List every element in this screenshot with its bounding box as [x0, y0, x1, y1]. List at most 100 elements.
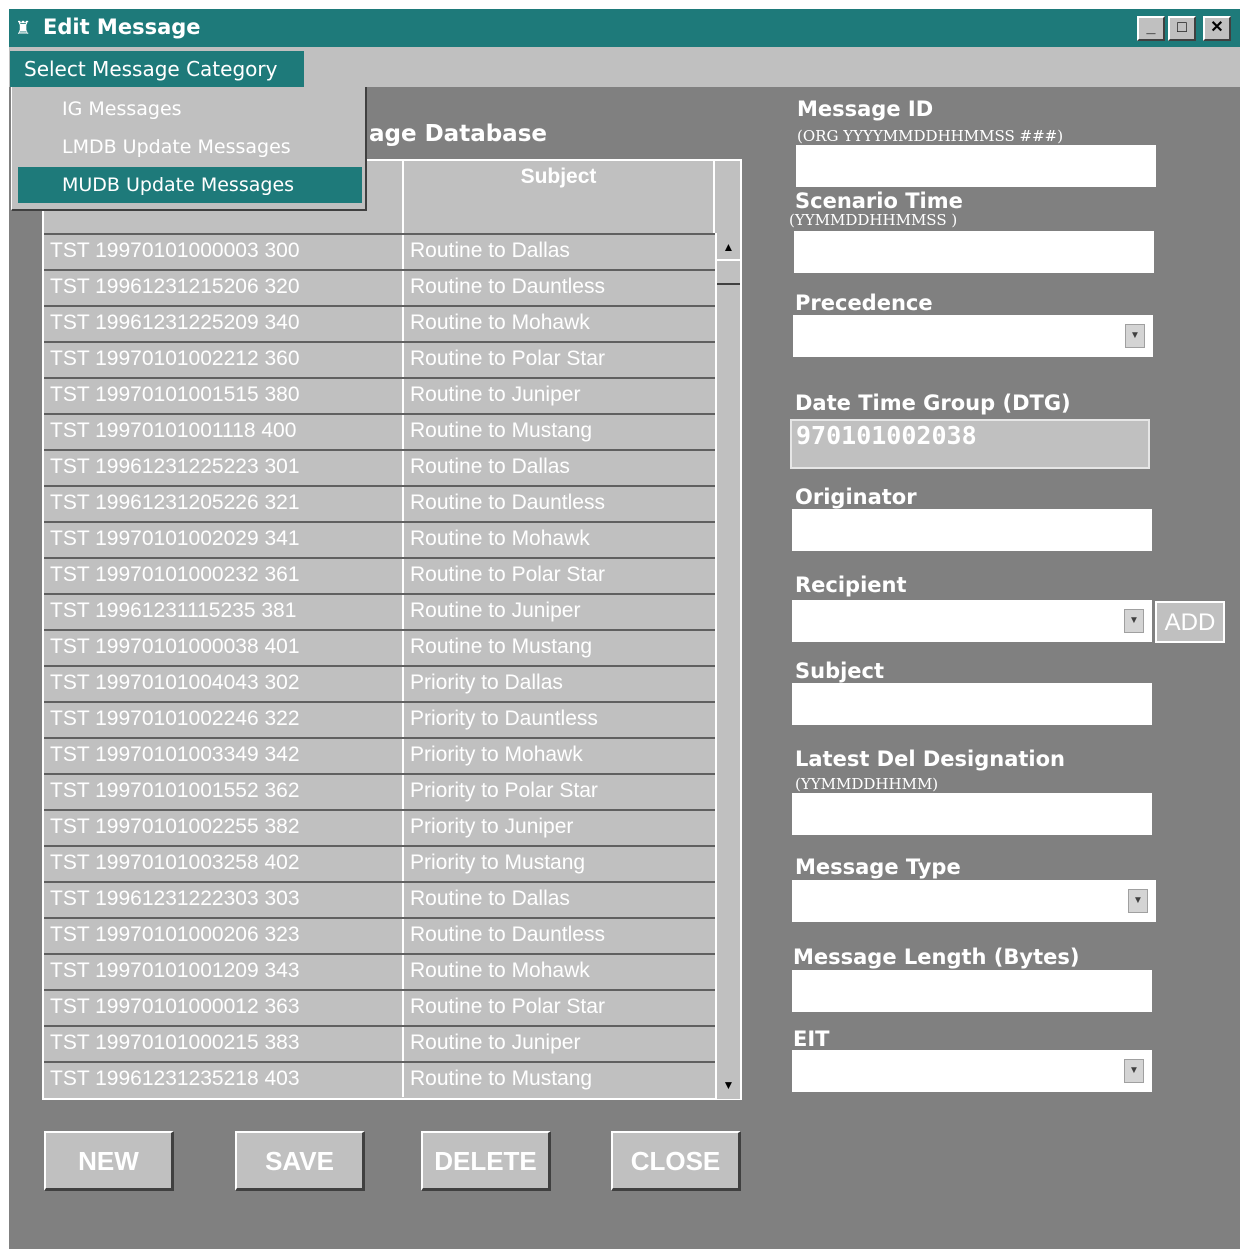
subject-cell[interactable]: Routine to Dallas	[404, 883, 715, 917]
subject-cell[interactable]: Routine to Mohawk	[404, 955, 715, 989]
table-row[interactable]: TST 19961231215206 320 Routine to Dauntle…	[44, 269, 715, 305]
chevron-down-icon[interactable]: ▼	[1124, 1059, 1144, 1083]
table-row[interactable]: TST 19970101001209 343 Routine to Mohawk	[44, 953, 715, 989]
subject-cell[interactable]: Priority to Juniper	[404, 811, 715, 845]
subject-cell[interactable]: Routine to Juniper	[404, 1027, 715, 1061]
subject-cell[interactable]: Routine to Mustang	[404, 1063, 715, 1097]
table-row[interactable]: TST 19961231115235 381 Routine to Juniper	[44, 593, 715, 629]
message-id-cell[interactable]: TST 19970101000206 323	[44, 919, 404, 953]
subject-cell[interactable]: Routine to Polar Star	[404, 343, 715, 377]
subject-cell[interactable]: Priority to Polar Star	[404, 775, 715, 809]
subject-cell[interactable]: Routine to Mohawk	[404, 307, 715, 341]
originator-field[interactable]	[792, 509, 1152, 551]
subject-field[interactable]	[792, 683, 1152, 725]
message-id-cell[interactable]: TST 19970101002246 322	[44, 703, 404, 737]
new-button[interactable]: NEW	[44, 1131, 174, 1191]
eit-select[interactable]: ▼	[792, 1050, 1152, 1092]
table-row[interactable]: TST 19970101000232 361 Routine to Polar S…	[44, 557, 715, 593]
message-id-cell[interactable]: TST 19970101001515 380	[44, 379, 404, 413]
message-id-cell[interactable]: TST 19970101000215 383	[44, 1027, 404, 1061]
subject-cell[interactable]: Priority to Dallas	[404, 667, 715, 701]
message-id-cell[interactable]: TST 19970101002029 341	[44, 523, 404, 557]
subject-cell[interactable]: Routine to Polar Star	[404, 991, 715, 1025]
table-row[interactable]: TST 19970101000003 300 Routine to Dallas	[44, 233, 715, 269]
table-row[interactable]: TST 19970101002029 341 Routine to Mohawk	[44, 521, 715, 557]
subject-cell[interactable]: Routine to Dauntless	[404, 271, 715, 305]
subject-cell[interactable]: Routine to Mohawk	[404, 523, 715, 557]
subject-cell[interactable]: Routine to Dallas	[404, 451, 715, 485]
message-id-cell[interactable]: TST 19961231205226 321	[44, 487, 404, 521]
menu-item-ig-messages[interactable]: IG Messages	[18, 91, 362, 127]
table-row[interactable]: TST 19970101004043 302 Priority to Dallas	[44, 665, 715, 701]
chevron-down-icon[interactable]: ▼	[1128, 889, 1148, 913]
menu-item-mudb-update-messages[interactable]: MUDB Update Messages	[18, 167, 362, 203]
scroll-thumb[interactable]	[717, 259, 740, 285]
subject-cell[interactable]: Routine to Mustang	[404, 415, 715, 449]
delete-button[interactable]: DELETE	[421, 1131, 551, 1191]
message-id-cell[interactable]: TST 19970101002255 382	[44, 811, 404, 845]
subject-cell[interactable]: Routine to Dauntless	[404, 487, 715, 521]
subject-cell[interactable]: Routine to Polar Star	[404, 559, 715, 593]
precedence-select[interactable]: ▼	[793, 315, 1153, 357]
table-row[interactable]: TST 19961231205226 321 Routine to Dauntle…	[44, 485, 715, 521]
recipient-select[interactable]: ▼	[792, 600, 1152, 642]
table-row[interactable]: TST 19961231225209 340 Routine to Mohawk	[44, 305, 715, 341]
subject-cell[interactable]: Priority to Dauntless	[404, 703, 715, 737]
table-row[interactable]: TST 19970101002255 382 Priority to Junipe…	[44, 809, 715, 845]
menu-item-lmdb-update-messages[interactable]: LMDB Update Messages	[18, 129, 362, 165]
message-id-cell[interactable]: TST 19961231215206 320	[44, 271, 404, 305]
table-row[interactable]: TST 19961231225223 301 Routine to Dallas	[44, 449, 715, 485]
subject-cell[interactable]: Routine to Dauntless	[404, 919, 715, 953]
column-header-subject[interactable]: Subject	[404, 161, 715, 233]
dtg-field[interactable]: 970101002038	[790, 419, 1150, 469]
table-row[interactable]: TST 19970101000012 363 Routine to Polar S…	[44, 989, 715, 1025]
scroll-down-arrow-icon[interactable]: ▼	[717, 1073, 740, 1097]
close-window-button[interactable]: ✕	[1203, 16, 1231, 41]
message-id-cell[interactable]: TST 19970101003258 402	[44, 847, 404, 881]
subject-cell[interactable]: Routine to Juniper	[404, 379, 715, 413]
subject-cell[interactable]: Routine to Dallas	[404, 235, 715, 269]
table-row[interactable]: TST 19970101000038 401 Routine to Mustang	[44, 629, 715, 665]
subject-cell[interactable]: Routine to Mustang	[404, 631, 715, 665]
close-button[interactable]: CLOSE	[611, 1131, 741, 1191]
message-id-cell[interactable]: TST 19970101001552 362	[44, 775, 404, 809]
subject-cell[interactable]: Priority to Mohawk	[404, 739, 715, 773]
message-id-cell[interactable]: TST 19961231225209 340	[44, 307, 404, 341]
table-row[interactable]: TST 19970101003349 342 Priority to Mohawk	[44, 737, 715, 773]
subject-cell[interactable]: Routine to Juniper	[404, 595, 715, 629]
minimize-button[interactable]: _	[1137, 16, 1165, 41]
message-id-cell[interactable]: TST 19961231225223 301	[44, 451, 404, 485]
message-id-cell[interactable]: TST 19961231235218 403	[44, 1063, 404, 1097]
message-id-cell[interactable]: TST 19970101004043 302	[44, 667, 404, 701]
chevron-down-icon[interactable]: ▼	[1124, 609, 1144, 633]
message-id-cell[interactable]: TST 19970101003349 342	[44, 739, 404, 773]
message-id-cell[interactable]: TST 19970101001209 343	[44, 955, 404, 989]
subject-cell[interactable]: Priority to Mustang	[404, 847, 715, 881]
latest-del-field[interactable]	[792, 793, 1152, 835]
message-id-cell[interactable]: TST 19970101000232 361	[44, 559, 404, 593]
message-length-field[interactable]	[792, 970, 1152, 1012]
table-row[interactable]: TST 19970101001552 362 Priority to Polar …	[44, 773, 715, 809]
table-scrollbar[interactable]: ▲ ▼	[715, 233, 740, 1099]
table-row[interactable]: TST 19970101000206 323 Routine to Dauntle…	[44, 917, 715, 953]
table-row[interactable]: TST 19970101001118 400 Routine to Mustang	[44, 413, 715, 449]
table-row[interactable]: TST 19970101000215 383 Routine to Juniper	[44, 1025, 715, 1061]
message-type-select[interactable]: ▼	[792, 880, 1156, 922]
message-id-cell[interactable]: TST 19970101002212 360	[44, 343, 404, 377]
message-id-cell[interactable]: TST 19970101000038 401	[44, 631, 404, 665]
table-row[interactable]: TST 19970101001515 380 Routine to Juniper	[44, 377, 715, 413]
message-id-field[interactable]	[796, 145, 1156, 187]
scroll-up-arrow-icon[interactable]: ▲	[717, 235, 740, 259]
title-bar[interactable]: ♜ Edit Message _ □ ✕	[9, 9, 1240, 47]
table-row[interactable]: TST 19961231222303 303 Routine to Dallas	[44, 881, 715, 917]
message-id-cell[interactable]: TST 19970101001118 400	[44, 415, 404, 449]
message-id-cell[interactable]: TST 19970101000003 300	[44, 235, 404, 269]
table-row[interactable]: TST 19970101002212 360 Routine to Polar S…	[44, 341, 715, 377]
table-row[interactable]: TST 19961231235218 403 Routine to Mustang	[44, 1061, 715, 1097]
maximize-button[interactable]: □	[1168, 16, 1196, 41]
scenario-time-field[interactable]	[794, 231, 1154, 273]
chevron-down-icon[interactable]: ▼	[1125, 324, 1145, 348]
message-id-cell[interactable]: TST 19970101000012 363	[44, 991, 404, 1025]
message-id-cell[interactable]: TST 19961231115235 381	[44, 595, 404, 629]
message-id-cell[interactable]: TST 19961231222303 303	[44, 883, 404, 917]
